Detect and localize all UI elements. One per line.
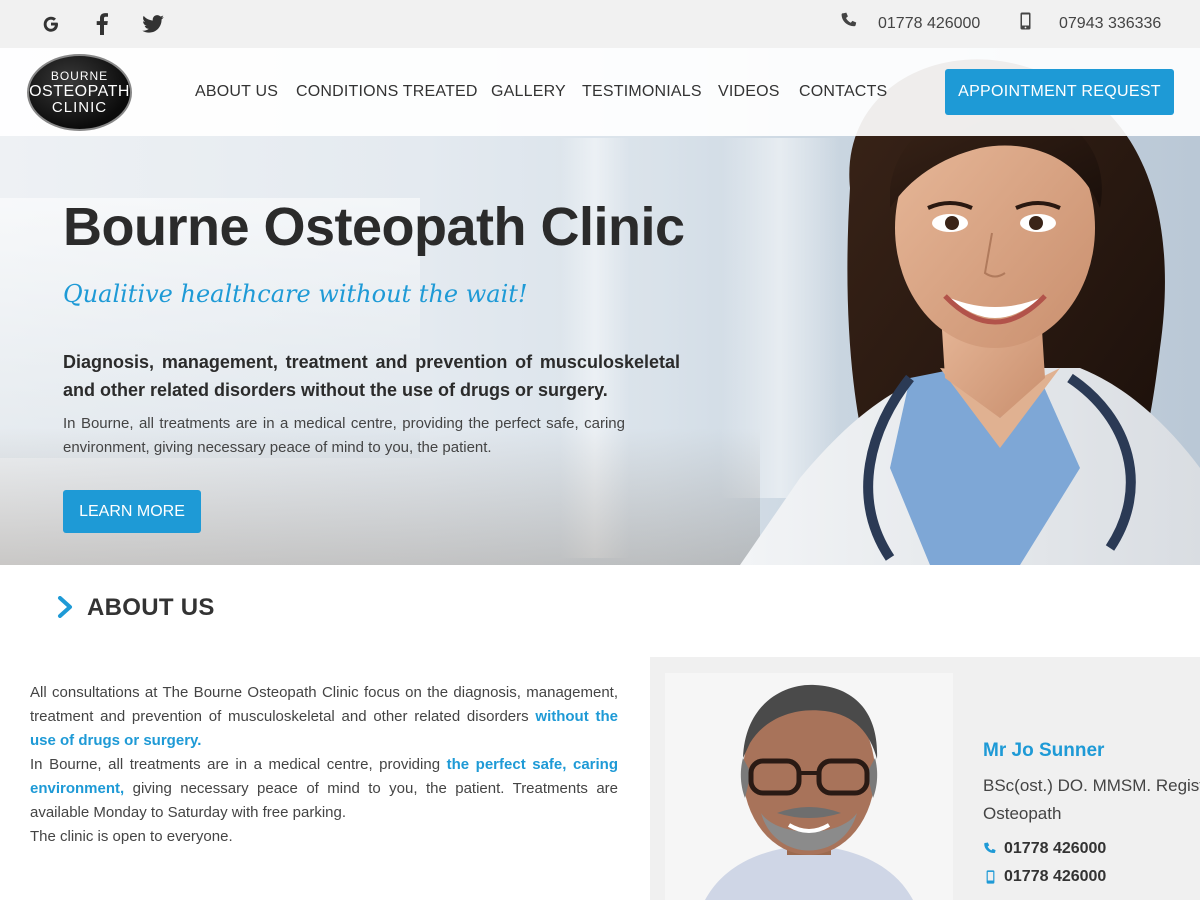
hero-title: Bourne Osteopath Clinic <box>63 197 685 257</box>
about-text-part: All consultations at The Bourne Osteopat… <box>30 684 618 725</box>
twitter-icon[interactable] <box>140 11 166 37</box>
about-us-heading: ABOUT US <box>87 594 215 621</box>
mobile-number: 07943 336336 <box>1059 14 1162 32</box>
credentials-line2: Osteopath <box>983 804 1062 823</box>
practitioner-phone-number: 01778 426000 <box>1004 840 1107 857</box>
mobile-icon <box>1020 12 1031 35</box>
chevron-right-icon <box>55 596 75 618</box>
about-us-text: All consultations at The Bourne Osteopat… <box>30 681 618 849</box>
hero-lead-text: Diagnosis, management, treatment and pre… <box>63 352 680 400</box>
appointment-request-button[interactable]: APPOINTMENT REQUEST <box>945 69 1174 115</box>
about-text-part: In Bourne, all treatments are in a medic… <box>30 756 447 773</box>
logo-text-line1: BOURNE <box>50 68 109 83</box>
nav-about-us[interactable]: ABOUT US <box>195 83 278 101</box>
practitioner-mobile-number: 01778 426000 <box>1004 868 1107 885</box>
nav-contacts[interactable]: CONTACTS <box>799 83 887 101</box>
clinic-logo[interactable]: BOURNE OSTEOPATH CLINIC <box>27 54 132 131</box>
phone-icon <box>983 842 997 856</box>
mobile-icon <box>983 870 997 884</box>
practitioner-credentials: BSc(ost.) DO. MMSM. Registered Osteopath <box>983 772 1200 828</box>
practitioner-mobile[interactable]: 01778 426000 <box>983 868 1106 886</box>
practitioner-phone[interactable]: 01778 426000 <box>983 840 1106 858</box>
phone-icon <box>840 12 858 35</box>
about-text-part: The clinic is open to everyone. <box>30 828 233 845</box>
logo-text-line3: CLINIC <box>51 98 108 116</box>
practitioner-name: Mr Jo Sunner <box>983 740 1105 761</box>
learn-more-button[interactable]: LEARN MORE <box>63 490 201 533</box>
nav-gallery[interactable]: GALLERY <box>491 83 566 101</box>
google-icon[interactable] <box>38 11 64 37</box>
mobile-contact[interactable]: 07943 336336 <box>1020 12 1161 35</box>
nav-testimonials[interactable]: TESTIMONIALS <box>582 83 702 101</box>
nav-videos[interactable]: VIDEOS <box>718 83 780 101</box>
hero-tagline: Qualitive healthcare without the wait! <box>63 280 528 308</box>
practitioner-photo <box>665 673 953 900</box>
hero-body-text: In Bourne, all treatments are in a medic… <box>63 415 625 456</box>
phone-contact[interactable]: 01778 426000 <box>840 12 980 35</box>
phone-number: 01778 426000 <box>878 14 981 32</box>
nav-conditions-treated[interactable]: CONDITIONS TREATED <box>296 83 478 101</box>
facebook-icon[interactable] <box>89 11 115 37</box>
credentials-line1: BSc(ost.) DO. MMSM. Registered <box>983 776 1200 795</box>
logo-text-line2: OSTEOPATH <box>29 82 130 100</box>
